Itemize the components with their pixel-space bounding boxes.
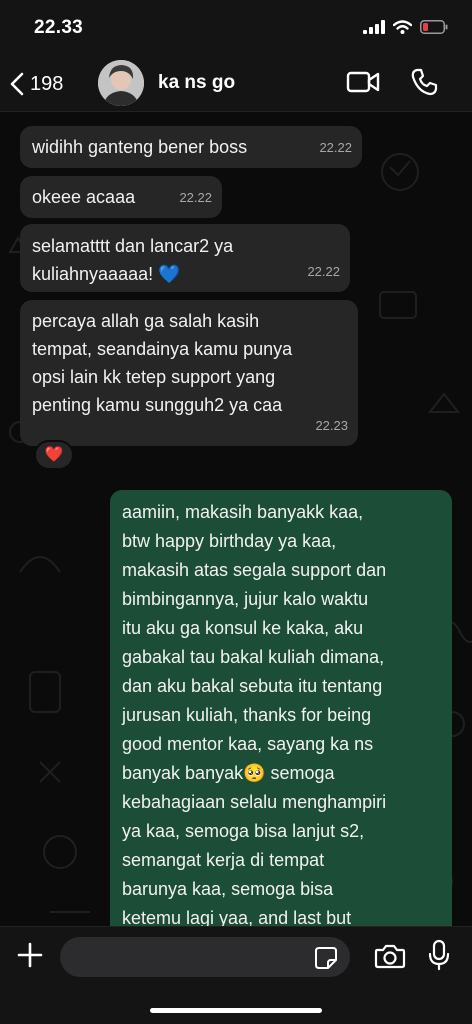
message-bubble-incoming[interactable]: widihh ganteng bener boss 22.22 xyxy=(20,126,362,168)
microphone-icon xyxy=(428,939,450,971)
attach-button[interactable] xyxy=(16,941,44,974)
voice-message-button[interactable] xyxy=(428,939,450,976)
sticker-button[interactable] xyxy=(314,946,338,975)
reaction-badge[interactable]: ❤️ xyxy=(34,440,74,470)
message-bubble-incoming[interactable]: percaya allah ga salah kasih tempat, sea… xyxy=(20,300,358,446)
message-bubble-incoming[interactable]: okeee acaaa 22.22 xyxy=(20,176,222,218)
battery-icon xyxy=(420,20,448,34)
back-button[interactable]: 198 xyxy=(10,66,63,102)
avatar[interactable] xyxy=(98,60,144,106)
wifi-icon xyxy=(393,20,412,34)
message-text: widihh ganteng bener boss xyxy=(32,137,248,157)
chevron-left-icon xyxy=(10,72,24,96)
camera-button[interactable] xyxy=(374,943,406,974)
voice-call-button[interactable] xyxy=(410,68,438,101)
sticker-icon xyxy=(315,947,337,969)
home-indicator[interactable] xyxy=(150,1008,322,1013)
plus-icon xyxy=(17,942,43,968)
camera-icon xyxy=(374,944,406,969)
message-bubble-incoming[interactable]: selamatttt dan lancar2 ya kuliahnyaaaaa!… xyxy=(20,224,350,292)
chat-header: 198 ka ns go xyxy=(0,56,472,112)
cellular-signal-icon xyxy=(363,20,385,34)
heart-reaction: ❤️ xyxy=(44,446,64,463)
message-time: 22.22 xyxy=(319,140,352,155)
contact-photo xyxy=(98,60,144,106)
status-bar: 22.33 xyxy=(0,0,472,56)
status-icons xyxy=(363,20,448,34)
unread-count: 198 xyxy=(30,72,64,95)
message-text: selamatttt dan lancar2 ya kuliahnyaaaaa!… xyxy=(32,236,234,284)
message-text: aamiin, makasih banyakk kaa, btw happy b… xyxy=(122,502,387,926)
contact-name[interactable]: ka ns go xyxy=(158,72,235,94)
message-input[interactable] xyxy=(60,937,350,977)
phone-icon xyxy=(411,68,438,96)
status-time: 22.33 xyxy=(34,17,84,38)
video-camera-icon xyxy=(346,71,380,93)
message-text: percaya allah ga salah kasih tempat, sea… xyxy=(32,311,293,415)
video-call-button[interactable] xyxy=(346,70,380,99)
message-time: 22.22 xyxy=(307,264,340,279)
chat-area[interactable]: widihh ganteng bener boss 22.22 okeee ac… xyxy=(0,112,472,926)
message-time: 22.23 xyxy=(315,418,348,433)
message-bubble-outgoing[interactable]: aamiin, makasih banyakk kaa, btw happy b… xyxy=(110,490,452,926)
message-time: 22.22 xyxy=(179,190,212,205)
